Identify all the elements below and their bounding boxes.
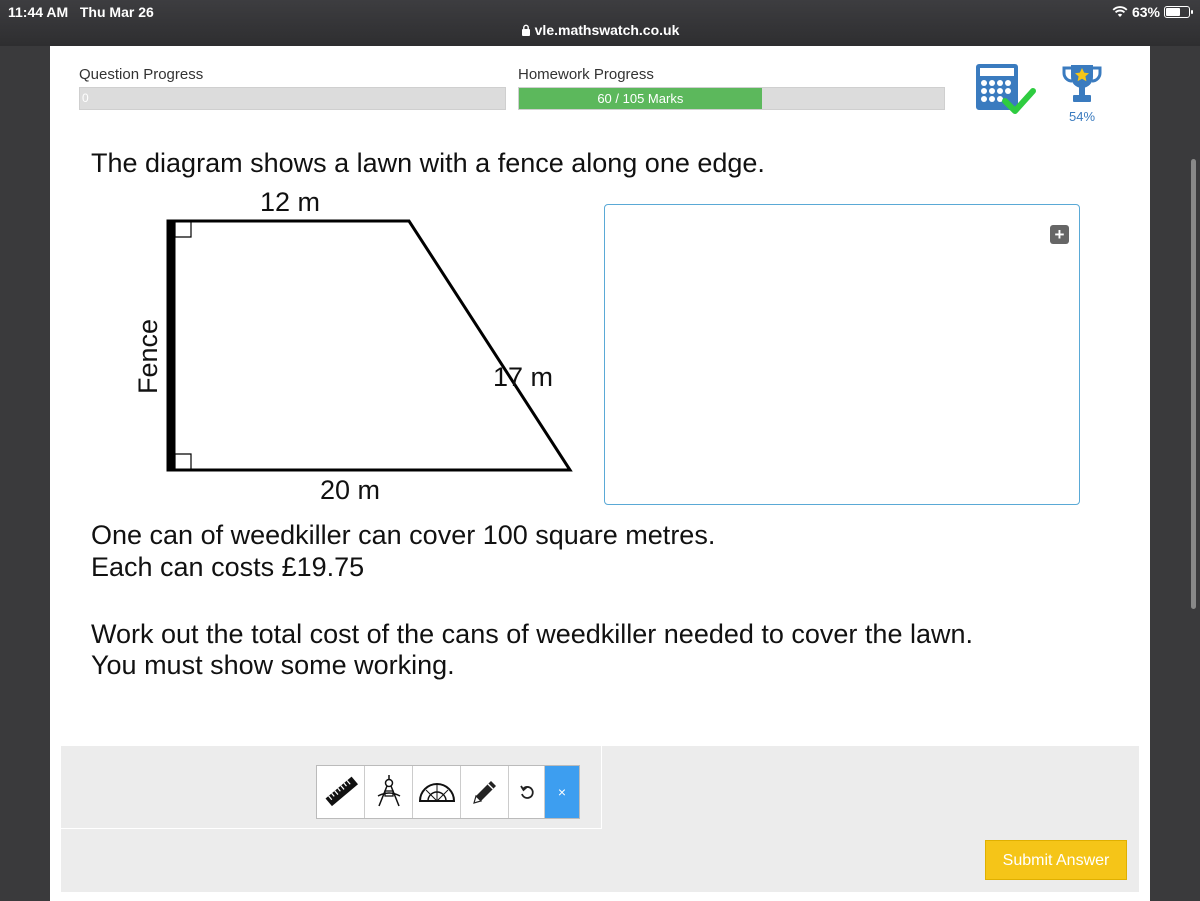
score-percent: 54% [1068, 109, 1096, 124]
undo-icon [519, 785, 534, 799]
status-right: 63% [1112, 4, 1193, 20]
question-progress-value: 0 [82, 91, 89, 105]
compass-tool-button[interactable] [365, 766, 413, 818]
question-line-2: Each can costs £19.75 [91, 552, 365, 582]
pencil-icon [472, 781, 496, 804]
tool-area: × Submit Answer [61, 746, 1139, 892]
url-bar[interactable]: vle.mathswatch.co.uk [0, 22, 1200, 38]
pencil-tool-button[interactable] [461, 766, 509, 818]
right-angle-top [174, 221, 192, 238]
add-answer-button[interactable]: + [1050, 225, 1069, 244]
bottom-length-label: 20 m [320, 475, 380, 505]
protractor-icon [418, 783, 455, 802]
question-progress-bar: 0 [79, 87, 506, 110]
homework-progress-label: Homework Progress [518, 66, 654, 83]
ruler-icon [325, 776, 358, 807]
date-text: Thu Mar 26 [79, 4, 154, 20]
compass-icon [377, 775, 400, 807]
drawing-toolbar: × [316, 765, 580, 819]
homework-progress-bar: 60 / 105 Marks [518, 87, 945, 110]
fence-label: Fence [133, 319, 163, 394]
question-line-1: One can of weedkiller can cover 100 squa… [91, 520, 716, 550]
slant-length-label: 17 m [493, 362, 553, 392]
page-content: Question Progress 0 Homework Progress 60… [50, 46, 1196, 901]
submit-answer-button[interactable]: Submit Answer [985, 840, 1127, 880]
lawn-diagram: 12 m 17 m 20 m Fence [133, 187, 573, 505]
time-text: 11:44 AM [8, 4, 69, 20]
homework-progress-value: 60 / 105 Marks [597, 91, 684, 106]
top-length-label: 12 m [260, 187, 320, 217]
lock-icon [521, 24, 530, 36]
question-intro: The diagram shows a lawn with a fence al… [91, 148, 765, 178]
homework-progress-fill: 60 / 105 Marks [519, 88, 762, 109]
calculator-icon[interactable] [975, 63, 1037, 119]
right-angle-bottom [174, 453, 192, 470]
url-text: vle.mathswatch.co.uk [534, 22, 680, 38]
status-time: 11:44 AM Thu Mar 26 [8, 4, 154, 20]
question-progress-label: Question Progress [79, 66, 204, 83]
status-bar: 11:44 AM Thu Mar 26 63% vle.mathswatch.c… [0, 0, 1200, 46]
question-line-3: Work out the total cost of the cans of w… [91, 619, 973, 649]
trophy-icon[interactable] [1060, 63, 1104, 105]
close-toolbar-button[interactable]: × [545, 766, 579, 818]
undo-tool-button[interactable] [509, 766, 545, 818]
wifi-icon [1112, 6, 1128, 17]
protractor-tool-button[interactable] [413, 766, 461, 818]
battery-icon [1164, 6, 1193, 18]
ruler-tool-button[interactable] [317, 766, 365, 818]
answer-box[interactable]: + [604, 204, 1080, 505]
lawn-shape [166, 219, 573, 472]
question-line-4: You must show some working. [91, 650, 455, 680]
battery-percent: 63% [1131, 4, 1160, 20]
scrollbar[interactable] [1191, 159, 1196, 609]
